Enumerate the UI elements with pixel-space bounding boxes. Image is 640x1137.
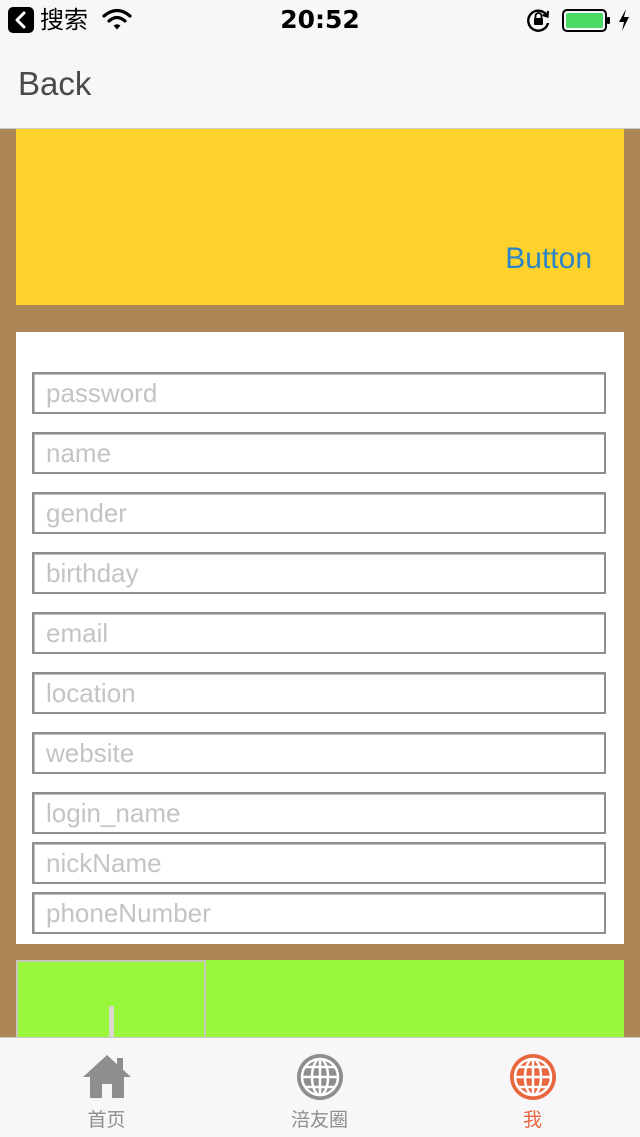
rotation-lock-icon <box>526 8 552 36</box>
tab-friends[interactable]: 涪友圈 <box>213 1038 426 1137</box>
globe-icon <box>508 1052 558 1106</box>
home-icon <box>81 1052 133 1104</box>
charging-bolt-icon <box>617 8 631 36</box>
phone-number-input[interactable] <box>34 894 604 932</box>
nickname-field[interactable] <box>32 842 606 884</box>
gender-field[interactable] <box>32 492 606 534</box>
nickname-input[interactable] <box>34 844 604 882</box>
profile-form <box>16 332 624 944</box>
password-input[interactable] <box>34 374 604 412</box>
bottom-panel <box>16 960 624 1040</box>
header-panel: Button <box>16 129 624 305</box>
image-placeholder[interactable] <box>16 960 206 1040</box>
login-name-input[interactable] <box>34 794 604 832</box>
globe-icon <box>295 1052 345 1106</box>
tab-friends-label: 涪友圈 <box>290 1109 348 1131</box>
battery-icon <box>562 9 612 37</box>
login-name-field[interactable] <box>32 792 606 834</box>
navigation-bar: Back <box>0 40 640 129</box>
tab-me[interactable]: 我 <box>426 1038 639 1137</box>
name-field[interactable] <box>32 432 606 474</box>
location-field[interactable] <box>32 672 606 714</box>
gender-input[interactable] <box>34 494 604 532</box>
tab-bar: 首页 涪友圈 我 <box>0 1037 640 1137</box>
password-field[interactable] <box>32 372 606 414</box>
email-field[interactable] <box>32 612 606 654</box>
tab-home-label: 首页 <box>87 1109 126 1131</box>
website-field[interactable] <box>32 732 606 774</box>
status-bar: 搜索 20:52 <box>0 0 640 40</box>
tab-me-label: 我 <box>522 1109 542 1131</box>
panel-button[interactable]: Button <box>505 241 592 277</box>
birthday-field[interactable] <box>32 552 606 594</box>
birthday-input[interactable] <box>34 554 604 592</box>
placeholder-mark <box>109 1006 114 1040</box>
email-input[interactable] <box>34 614 604 652</box>
name-input[interactable] <box>34 434 604 472</box>
phone-number-field[interactable] <box>32 892 606 934</box>
tab-home[interactable]: 首页 <box>0 1038 213 1137</box>
back-button[interactable]: Back <box>18 64 91 104</box>
website-input[interactable] <box>34 734 604 772</box>
location-input[interactable] <box>34 674 604 712</box>
